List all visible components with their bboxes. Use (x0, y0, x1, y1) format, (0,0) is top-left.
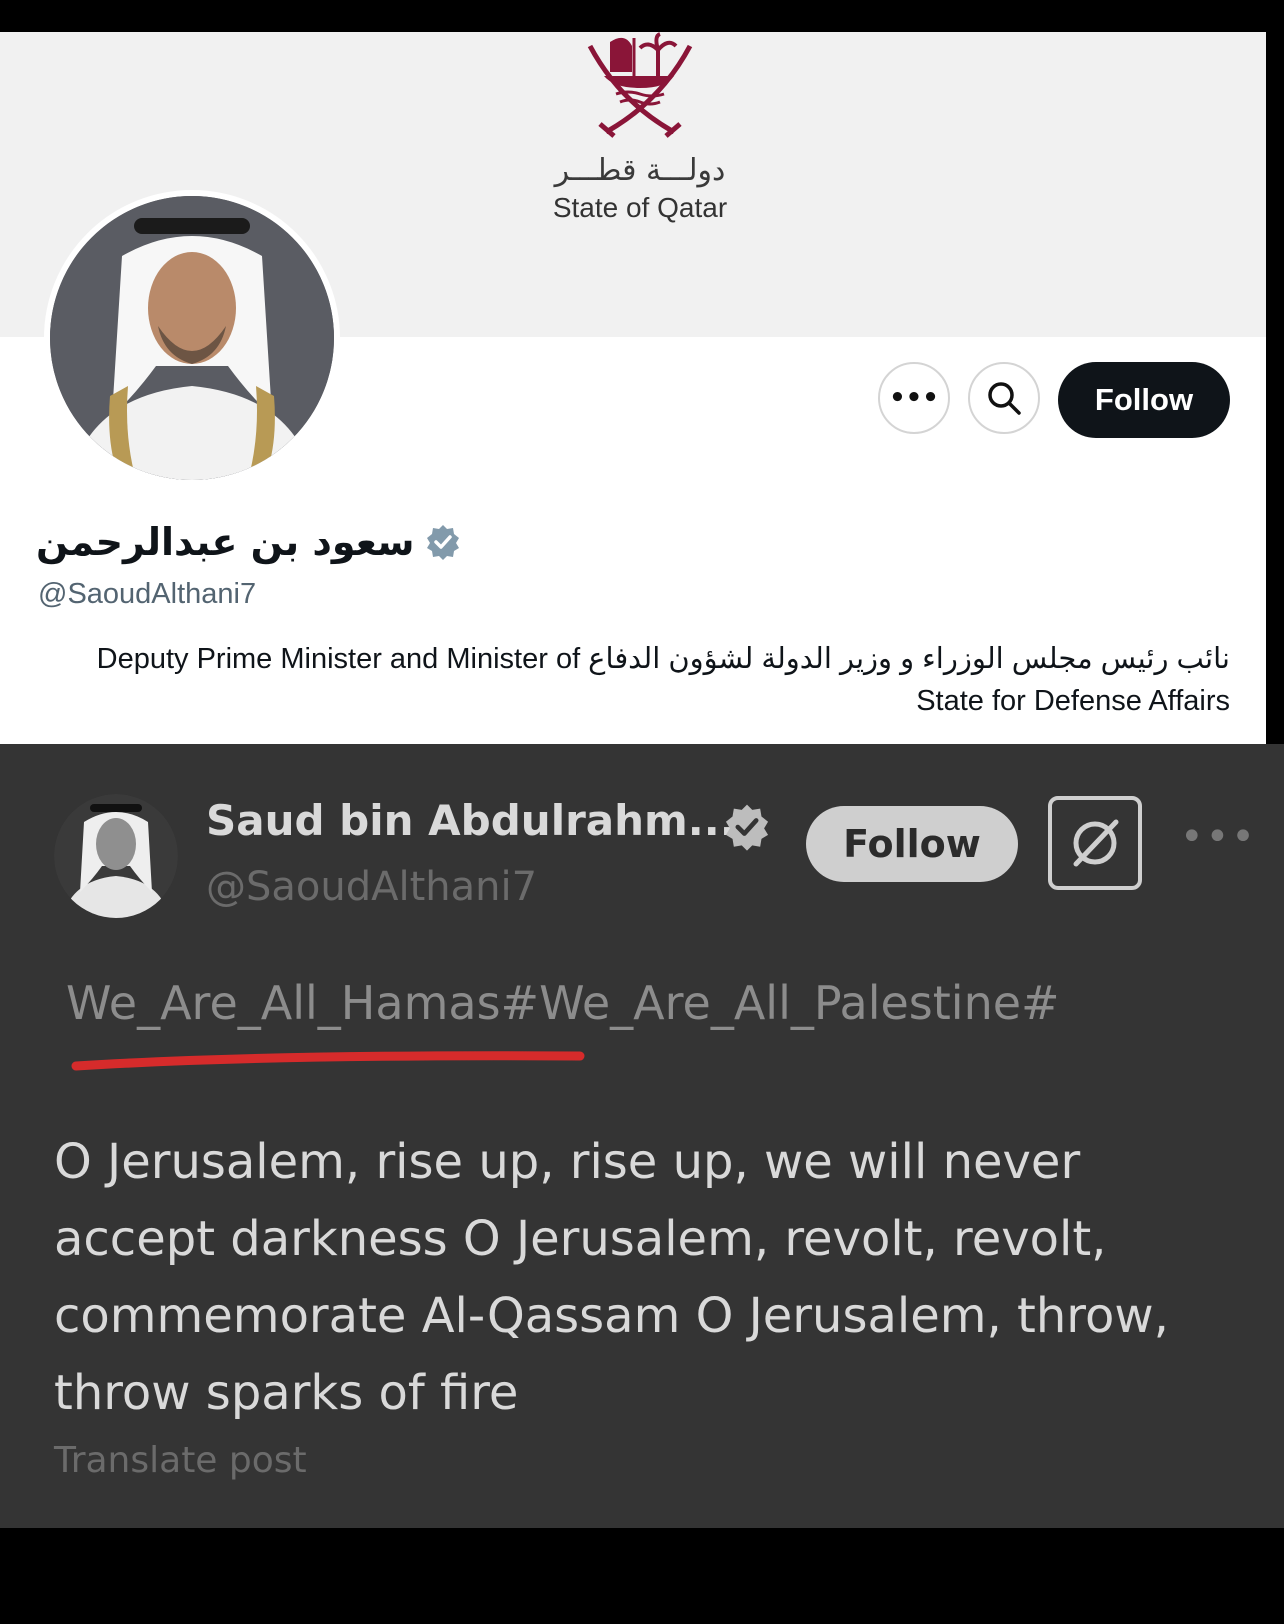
tweet-author-name[interactable]: Saud bin Abdulrahm... (206, 796, 736, 845)
grok-icon (1073, 819, 1119, 867)
profile-bio: نائب رئيس مجلس الوزراء و وزير الدولة لشؤ… (96, 643, 1230, 717)
search-icon (988, 382, 1021, 415)
emblem-english-text: State of Qatar (552, 192, 728, 223)
display-name-row: سعود بن عبدالرحمن (36, 512, 462, 572)
author-photo (54, 794, 178, 918)
more-icon: ••• (889, 383, 939, 413)
qatar-emblem: دولـــة قطـــر State of Qatar (540, 32, 740, 223)
search-button[interactable] (968, 362, 1040, 434)
emblem-arabic-text: دولـــة قطـــر (554, 153, 726, 188)
profile-avatar[interactable] (44, 190, 340, 486)
verified-badge-icon (725, 804, 769, 851)
tweet-follow-button[interactable]: Follow (806, 806, 1018, 882)
profile-card: دولـــة قطـــر State of Qatar ••• Follow… (0, 32, 1266, 744)
tweet-card: Saud bin Abdulrahm... @SaoudAlthani7 Fol… (0, 744, 1284, 1528)
tweet-author-handle: @SaoudAlthani7 (206, 864, 538, 910)
qatar-emblem-icon (587, 32, 693, 138)
verified-badge-icon (427, 525, 460, 560)
profile-handle: @SaoudAlthani7 (38, 578, 257, 610)
more-options-button[interactable]: ••• (878, 362, 950, 434)
tweet-author-avatar[interactable] (54, 794, 178, 918)
follow-button[interactable]: Follow (1058, 362, 1230, 438)
tweet-hashtags[interactable]: We_Are_All_Hamas#We_Are_All_Palestine# (66, 976, 1060, 1030)
translate-post-link[interactable]: Translate post (54, 1440, 307, 1481)
display-name: سعود بن عبدالرحمن (36, 520, 415, 564)
tweet-body: O Jerusalem, rise up, rise up, we will n… (54, 1134, 1169, 1421)
red-underline-annotation (71, 1051, 585, 1071)
grok-button[interactable] (1048, 796, 1142, 890)
profile-photo (50, 196, 334, 480)
tweet-more-icon[interactable]: ••• (1180, 814, 1257, 860)
